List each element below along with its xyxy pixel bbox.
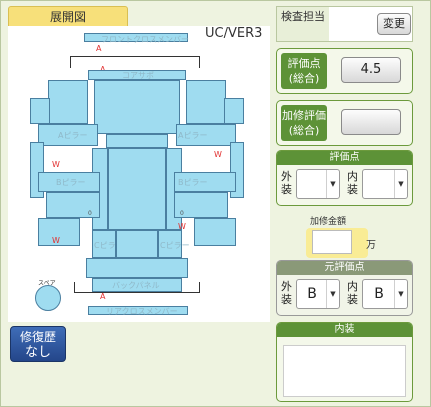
original-score-title: 元評価点 [277,261,412,275]
interior-notes-panel: 内装 [276,322,413,402]
score-exterior-label: 外装 [281,170,292,196]
inspector-label: 検査担当 [277,7,329,41]
model-label: UC/VER3 [205,26,263,41]
original-exterior-select[interactable]: B ▼ [296,279,340,309]
hood[interactable] [94,80,180,134]
mark-w-right-rear: W [178,222,186,231]
diagram-tab[interactable]: 展開図 [8,6,128,28]
change-button[interactable]: 変更 [377,13,411,35]
repair-history-button[interactable]: 修復歴 なし [10,326,66,362]
rear-cross-label: リアクロスメンバー [106,307,178,316]
mark-w-left-front: W [52,160,60,169]
spare-tire[interactable] [35,285,61,311]
trunk-lid[interactable] [86,258,188,278]
original-interior-select[interactable]: B ▼ [362,279,408,309]
right-headlamp-area[interactable] [224,98,244,124]
left-a-pillar-label: Aピラー [58,131,88,140]
roof[interactable] [108,148,166,230]
mark-w-right-front: W [214,150,222,159]
chevron-down-icon: ▼ [326,280,339,308]
rear-bumper-line-left [74,282,75,293]
score-interior-label: 内装 [347,170,358,196]
repair-score-value[interactable] [341,109,401,135]
overall-score-value[interactable]: 4.5 [341,57,401,83]
repair-score-panel: 加修評価(総合) [276,100,413,146]
interior-notes-title: 内装 [277,323,412,337]
vehicle-diagram: フロントクロスメンバー A A コアサポ Aピラー Aピラー W W Bピラー … [8,26,270,322]
chevron-down-icon: ▼ [394,170,407,198]
right-front-fender[interactable] [186,80,226,124]
repair-amount-input[interactable] [312,230,352,254]
back-panel-label: バックパネル [112,281,160,290]
score-title: 評価点 [277,151,412,165]
bumper-line-right [199,56,200,68]
repair-history-value: なし [24,345,51,360]
rear-window[interactable] [116,230,158,258]
windshield[interactable] [106,134,168,148]
score-interior-select[interactable]: ▼ [362,169,408,199]
original-interior-label: 内装 [347,280,358,306]
repair-amount-label: 加修金額 [310,217,347,227]
rear-bumper-line [74,292,200,293]
front-cross-label: フロントクロスメンバー [101,35,189,44]
bumper-line-left [70,56,71,68]
left-headlamp-area[interactable] [30,98,50,124]
inspector-panel: 検査担当 変更 [276,6,413,42]
zero-left: 0 [88,210,92,217]
original-exterior-label: 外装 [281,280,292,306]
mark-a-front: A [96,44,102,53]
mark-a-rear: A [100,292,106,301]
original-score-panel: 元評価点 外装 B ▼ 内装 B ▼ [276,260,413,316]
zero-right: 0 [180,210,184,217]
right-rear-quarter[interactable] [194,218,236,246]
interior-notes-input[interactable] [283,345,406,397]
left-front-fender[interactable] [48,80,88,124]
repair-amount-unit: 万 [366,240,376,251]
original-exterior-value: B [307,286,317,302]
chevron-down-icon: ▼ [394,280,407,308]
right-a-pillar-label: Aピラー [178,131,208,140]
chevron-down-icon: ▼ [326,170,339,198]
left-b-pillar-label: Bピラー [56,178,86,187]
rear-bumper-line-right [199,282,200,293]
original-interior-value: B [374,286,384,302]
repair-score-label: 加修評価(総合) [281,105,327,141]
mark-w-left-rear: W [52,236,60,245]
overall-score-label: 評価点(総合) [281,53,327,89]
right-c-pillar-label: Cピラー [160,241,190,250]
score-panel: 評価点 外装 ▼ 内装 ▼ [276,150,413,206]
overall-score-panel: 評価点(総合) 4.5 [276,48,413,94]
score-exterior-select[interactable]: ▼ [296,169,340,199]
right-b-pillar-label: Bピラー [178,178,208,187]
bumper-line [70,56,200,57]
repair-history-title: 修復歴 [19,330,56,344]
